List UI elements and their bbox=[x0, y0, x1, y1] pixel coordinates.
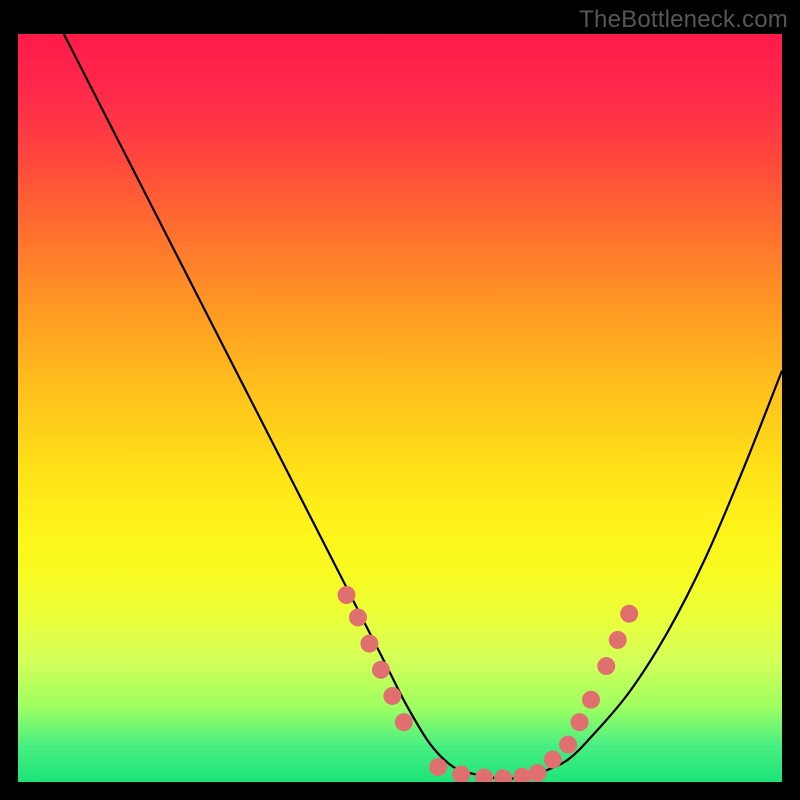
highlight-dot bbox=[620, 605, 638, 623]
plot-area bbox=[18, 34, 782, 782]
highlight-dot bbox=[338, 586, 356, 604]
highlight-dot bbox=[559, 736, 577, 754]
highlight-dot bbox=[582, 691, 600, 709]
curve-layer bbox=[64, 34, 782, 779]
highlight-dot bbox=[494, 769, 512, 782]
highlight-dot bbox=[349, 608, 367, 626]
highlight-dot bbox=[597, 657, 615, 675]
highlight-dot bbox=[372, 661, 390, 679]
highlight-dot bbox=[360, 635, 378, 653]
chart-container: TheBottleneck.com bbox=[0, 0, 800, 800]
highlight-dot bbox=[383, 687, 401, 705]
highlight-dot bbox=[475, 769, 493, 782]
watermark-text: TheBottleneck.com bbox=[579, 6, 788, 34]
bottleneck-curve bbox=[64, 34, 782, 779]
highlight-dot bbox=[513, 768, 531, 782]
highlight-dot bbox=[571, 713, 589, 731]
chart-svg bbox=[18, 34, 782, 782]
dots-layer bbox=[338, 586, 639, 782]
highlight-dot bbox=[395, 713, 413, 731]
highlight-dot bbox=[609, 631, 627, 649]
highlight-dot bbox=[544, 751, 562, 769]
highlight-dot bbox=[529, 764, 547, 782]
highlight-dot bbox=[429, 758, 447, 776]
